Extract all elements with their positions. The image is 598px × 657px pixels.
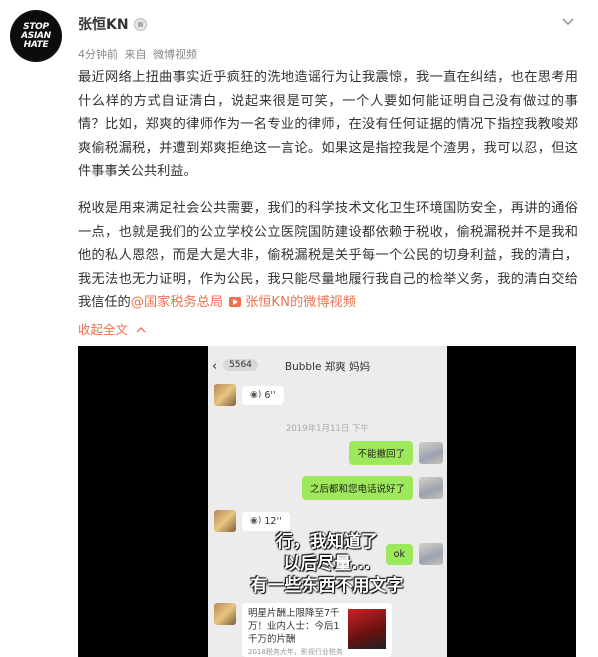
post-paragraph-2: 税收是用来满足社会公共需要，我们的科学技术文化卫生环境国防安全，再讲的通俗一点，… [78, 197, 578, 315]
shared-article-card: 明星片酬上限降至7千万！业内人士：今后1千万的片酬 2018税务大年，影视行业税… [242, 603, 392, 657]
self-avatar [419, 442, 443, 464]
voice-bubble-1: ◉) 6'' [242, 385, 284, 405]
post-body: 最近网络上扭曲事实近乎疯狂的洗地造谣行为让我震惊，我一直在纠结，也在思考用什么样… [78, 66, 578, 315]
post-paragraph-1: 最近网络上扭曲事实近乎疯狂的洗地造谣行为让我震惊，我一直在纠结，也在思考用什么样… [78, 70, 578, 180]
post-meta: 4分钟前 来自 微博视频 [78, 46, 200, 62]
username[interactable]: 张恒KN [78, 14, 129, 34]
text-bubble-1: 不能撤回了 [349, 441, 413, 465]
video-icon [229, 297, 242, 308]
collapse-label: 收起全文 [78, 322, 129, 337]
chat-message-1: 不能撤回了 [349, 441, 443, 465]
chat-message-voice-1: ◉) 6'' [214, 384, 284, 406]
card-thumbnail [348, 609, 386, 649]
card-subtitle: 2018税务大年，影视行业税务乱象丛生，税务总局10 [248, 648, 343, 656]
avatar-line-3: HATE [23, 39, 49, 50]
contact-avatar [214, 603, 236, 625]
chat-message-voice-2: ◉) 12'' [214, 510, 290, 532]
voice-bubble-2: ◉) 12'' [242, 511, 290, 531]
voice-duration-2: 12'' [264, 515, 282, 527]
chevron-down-icon[interactable] [560, 14, 576, 30]
chat-timestamp: 2019年1月11日 下午 [285, 424, 370, 434]
verified-badge-icon [133, 17, 147, 31]
video-subtitle-line-2: 以后尽量... [283, 554, 371, 574]
username-row: 张恒KN [78, 14, 147, 34]
voice-icon: ◉) [250, 390, 262, 400]
video-subtitle-line-3: 有一些东西不用文字 [250, 576, 404, 596]
unread-badge: 5564 [223, 359, 258, 371]
post-time: 4分钟前 [78, 48, 118, 61]
voice-icon: ◉) [250, 516, 262, 526]
chat-message-2: 之后都和您电话说好了 [301, 476, 443, 500]
chat-header: ‹ 5564 Bubble 郑爽 妈妈 [208, 346, 447, 386]
card-title: 明星片酬上限降至7千万！业内人士：今后1千万的片酬 [248, 608, 340, 645]
collapse-button[interactable]: 收起全文 [78, 319, 146, 338]
text-bubble-2: 之后都和您电话说好了 [301, 476, 413, 500]
chat-screenshot: ‹ 5564 Bubble 郑爽 妈妈 ◉) 6'' 2019年1月11日 下午… [208, 346, 447, 657]
avatar[interactable]: STOP ASIAN HATE [10, 10, 62, 62]
post-paragraph-2-text: 税收是用来满足社会公共需要，我们的科学技术文化卫生环境国防安全，再讲的通俗一点，… [78, 200, 578, 311]
contact-avatar [214, 510, 236, 532]
video-link[interactable]: 张恒KN的微博视频 [245, 295, 356, 310]
source-prefix: 来自 [124, 48, 147, 61]
chevron-up-icon [136, 327, 146, 333]
self-avatar [419, 477, 443, 499]
post-source[interactable]: 微博视频 [153, 48, 197, 61]
back-arrow-icon: ‹ [212, 359, 218, 374]
contact-avatar [214, 384, 236, 406]
video-subtitle-line-1: 行，我知道了 [276, 532, 378, 552]
mention-link[interactable]: @国家税务总局 [131, 295, 223, 310]
voice-duration-1: 6'' [264, 389, 276, 401]
video-player[interactable]: ‹ 5564 Bubble 郑爽 妈妈 ◉) 6'' 2019年1月11日 下午… [78, 346, 576, 657]
